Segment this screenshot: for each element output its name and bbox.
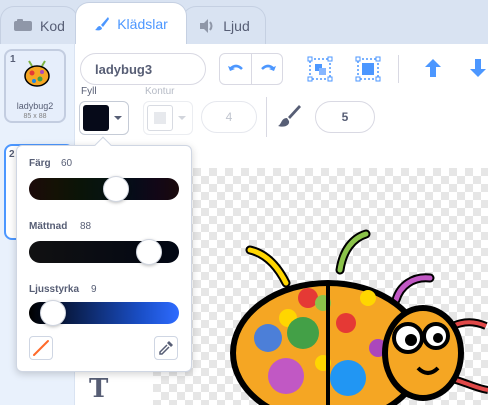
tab-costumes[interactable]: Klädslar — [75, 2, 187, 44]
brightness-slider-knob[interactable] — [40, 300, 66, 326]
outline-color-button[interactable] — [143, 101, 193, 135]
outline-label: Kontur — [145, 86, 175, 97]
tab-costumes-label: Klädslar — [117, 15, 168, 32]
tab-sounds-label: Ljud — [223, 17, 250, 34]
outline-width-input[interactable]: 4 — [201, 101, 257, 133]
outline-inner-swatch — [154, 112, 166, 124]
saturation-value: 88 — [80, 221, 92, 232]
toolbar-divider — [398, 55, 399, 83]
divider — [251, 54, 252, 84]
color-picker-popover: Färg 60 Mättnad 88 Ljusstyrka 9 — [16, 145, 192, 372]
costume-number: 2 — [9, 149, 15, 160]
undo-redo-group — [219, 53, 283, 85]
brightness-value: 9 — [91, 284, 97, 295]
saturation-label: Mättnad — [29, 221, 68, 232]
outline-color-swatch — [147, 105, 173, 131]
hue-value: 60 — [61, 158, 73, 169]
saturation-slider-knob[interactable] — [136, 239, 162, 265]
eyedropper-icon — [159, 341, 173, 355]
costume-name: ladybug2 — [16, 101, 54, 111]
brightness-label: Ljusstyrka — [29, 284, 80, 295]
chevron-down-icon — [178, 116, 186, 120]
tab-code[interactable]: Kod — [0, 6, 78, 44]
ladybug-costume-drawing — [230, 229, 488, 405]
eyedropper-button[interactable] — [154, 336, 178, 360]
tab-code-label: Kod — [40, 17, 65, 34]
costume-number: 1 — [10, 54, 16, 65]
fill-color-button[interactable] — [79, 101, 129, 135]
no-color-icon — [33, 340, 49, 356]
tab-sounds[interactable]: Ljud — [182, 6, 266, 44]
costume-tile-1[interactable]: 1 ladybug2 85 x 88 — [4, 49, 66, 123]
code-icon — [13, 18, 33, 33]
brush-size-input[interactable]: 5 — [315, 101, 375, 133]
fill-color-swatch — [83, 105, 109, 131]
text-tool-icon[interactable]: T — [89, 374, 108, 404]
brush-icon — [94, 16, 110, 32]
chevron-down-icon — [114, 116, 122, 120]
costume-thumbnail — [24, 60, 50, 87]
hue-label: Färg — [29, 158, 51, 169]
toolbar-divider — [266, 97, 267, 137]
editor-tabs: Kod Klädslar Ljud — [0, 0, 488, 44]
costume-size: 85 x 88 — [23, 113, 47, 120]
speaker-icon — [198, 18, 216, 34]
hue-slider-knob[interactable] — [103, 176, 129, 202]
fill-label: Fyll — [81, 86, 97, 97]
no-color-button[interactable] — [29, 336, 53, 360]
costume-name-input[interactable]: ladybug3 — [80, 53, 206, 85]
